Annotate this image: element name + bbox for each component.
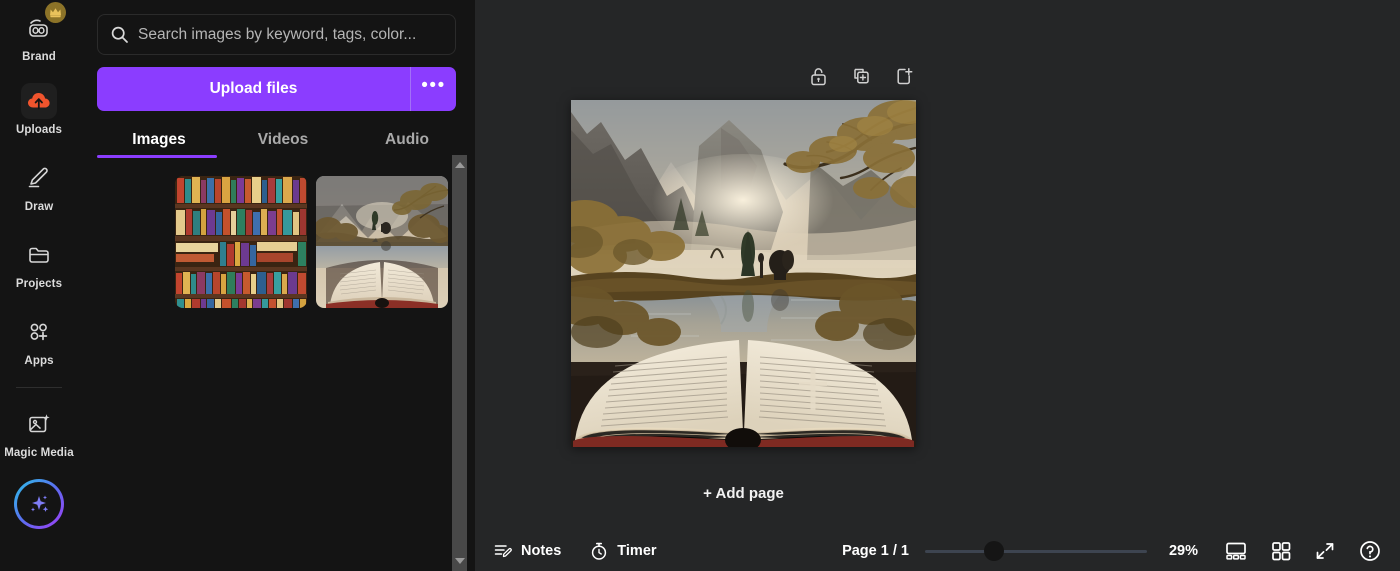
upload-row: Upload files ••• xyxy=(97,67,456,111)
panel-scrollbar[interactable] xyxy=(452,155,467,571)
zoom-slider-thumb[interactable] xyxy=(983,541,1004,561)
folder-icon xyxy=(29,247,49,263)
zoom-level-label[interactable]: 29% xyxy=(1169,543,1198,559)
sidebar-item-projects[interactable]: Projects xyxy=(3,231,75,294)
notes-button[interactable]: Notes xyxy=(493,541,561,561)
page-indicator: Page 1 / 1 xyxy=(842,543,909,559)
sidebar-item-label: Apps xyxy=(24,355,54,367)
uploads-icon-box xyxy=(21,83,57,119)
tab-audio[interactable]: Audio xyxy=(345,121,469,158)
bottom-bar: Notes Timer Page 1 / 1 29% xyxy=(475,531,1400,571)
scroll-down-arrow[interactable] xyxy=(452,553,467,569)
add-page-label: + Add page xyxy=(703,484,784,502)
sidebar-item-label: Magic Media xyxy=(4,447,74,459)
fullscreen-icon xyxy=(1316,543,1334,559)
draw-icon-box xyxy=(21,160,57,196)
canva-editor: Brand Uploads Draw Projects Apps Magic M… xyxy=(0,0,1400,571)
timer-icon xyxy=(592,542,607,560)
uploads-cloud-icon xyxy=(28,93,50,110)
panel-tabs: Images Videos Audio xyxy=(97,121,456,158)
help-icon xyxy=(1360,541,1380,561)
zoom-slider[interactable] xyxy=(924,541,1147,561)
presenter-view-button[interactable] xyxy=(1224,539,1248,563)
sidebar-item-apps[interactable]: Apps xyxy=(3,308,75,371)
crown-badge xyxy=(45,2,66,23)
sidebar-item-uploads[interactable]: Uploads xyxy=(3,77,75,140)
ai-sparkle-button[interactable] xyxy=(14,479,64,529)
tab-videos[interactable]: Videos xyxy=(221,121,345,158)
add-page-icon xyxy=(897,68,913,85)
scroll-up-arrow[interactable] xyxy=(452,157,467,173)
magic-media-icon xyxy=(28,413,50,432)
page-float-toolbar xyxy=(808,66,915,92)
duplicate-icon xyxy=(854,68,869,84)
editor-area: + Add page Notes Timer Page 1 / 1 29% xyxy=(475,0,1400,571)
magic-media-icon-box xyxy=(21,406,57,442)
crown-icon xyxy=(50,8,61,18)
timer-button[interactable]: Timer xyxy=(589,541,657,561)
sidebar-item-label: Projects xyxy=(15,278,63,290)
apps-grid-plus-icon xyxy=(30,323,48,341)
upload-files-button[interactable]: Upload files xyxy=(97,67,410,111)
canvas-artwork xyxy=(571,100,916,447)
sidebar-item-magic-media[interactable]: Magic Media xyxy=(3,400,75,463)
grid-view-icon xyxy=(1272,542,1291,561)
notes-icon xyxy=(494,545,512,558)
search-box[interactable] xyxy=(97,14,456,55)
sidebar-item-label: Brand xyxy=(22,51,56,63)
sidebar-item-brand[interactable]: Brand xyxy=(3,2,75,67)
bookshelf-thumbnail[interactable] xyxy=(175,176,307,308)
zoom-slider-track xyxy=(924,550,1147,553)
add-page-button[interactable] xyxy=(894,66,915,92)
brand-icon-box xyxy=(21,2,66,46)
rail-divider xyxy=(16,387,62,388)
design-canvas[interactable] xyxy=(571,100,916,447)
unlock-icon xyxy=(811,68,826,86)
search-input[interactable] xyxy=(138,25,443,44)
bookshelf-image xyxy=(175,176,307,308)
projects-icon-box xyxy=(21,237,57,273)
sidebar-item-label: Draw xyxy=(24,201,54,213)
uploads-thumbnail-grid xyxy=(175,176,475,308)
open-book-landscape-image xyxy=(316,176,448,308)
presenter-view-icon xyxy=(1226,542,1246,560)
lock-page-button[interactable] xyxy=(808,66,829,92)
search-wrap xyxy=(78,0,475,55)
sidebar-item-label: Uploads xyxy=(15,124,63,136)
sparkles-icon xyxy=(31,495,49,512)
timer-label: Timer xyxy=(617,543,657,559)
grid-view-button[interactable] xyxy=(1270,540,1292,562)
search-icon xyxy=(111,26,128,43)
apps-icon-box xyxy=(21,314,57,350)
upload-more-button[interactable]: ••• xyxy=(411,67,456,111)
ai-orb-inner xyxy=(17,482,61,526)
left-rail: Brand Uploads Draw Projects Apps Magic M… xyxy=(0,0,78,571)
duplicate-page-button[interactable] xyxy=(851,66,872,92)
sidebar-item-draw[interactable]: Draw xyxy=(3,154,75,217)
help-button[interactable] xyxy=(1358,539,1382,563)
notes-label: Notes xyxy=(521,543,562,559)
uploads-panel: Upload files ••• Images Videos Audio xyxy=(78,0,475,571)
tab-images[interactable]: Images xyxy=(97,121,221,158)
open-book-landscape-thumbnail[interactable] xyxy=(316,176,448,308)
fullscreen-button[interactable] xyxy=(1314,540,1336,562)
add-page-area[interactable]: + Add page xyxy=(571,465,916,521)
draw-pen-icon xyxy=(28,167,48,188)
